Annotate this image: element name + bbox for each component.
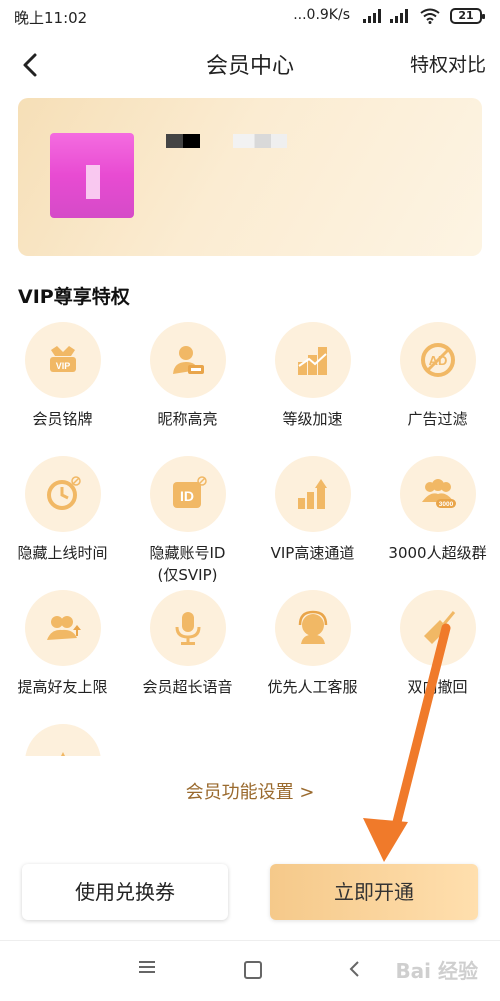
feature-item[interactable]: 3000 3000人超级群 — [375, 456, 500, 564]
friend-limit-icon — [46, 616, 81, 640]
nickname-highlight-icon — [172, 346, 204, 374]
status-bar: 晚上11:02 ...0.9K/s 21 — [0, 0, 500, 34]
feature-item[interactable]: 昵称高亮 — [125, 322, 250, 430]
member-info-mosaic — [233, 134, 287, 148]
watermark-logo: Bai 经验 — [395, 959, 478, 983]
feature-item-partial[interactable] — [0, 724, 125, 756]
signal-icon-2 — [390, 9, 408, 23]
hide-online-time-icon — [46, 476, 81, 510]
customer-service-icon — [298, 610, 327, 644]
home-icon[interactable] — [244, 961, 262, 979]
back-icon[interactable] — [346, 959, 364, 979]
level-boost-icon — [297, 347, 327, 375]
avatar[interactable] — [50, 133, 134, 218]
vip-badge-icon: VIP — [49, 346, 76, 372]
super-group-icon: 3000 — [421, 479, 456, 508]
feature-item[interactable]: 会员超长语音 — [125, 590, 250, 698]
feature-item[interactable]: 等级加速 — [250, 322, 375, 430]
system-nav-bar: Bai 经验 — [0, 940, 500, 1001]
feature-item[interactable]: 优先人工客服 — [250, 590, 375, 698]
partial-feature-icon — [60, 752, 65, 756]
feature-item[interactable]: 双向撤回 — [375, 590, 500, 698]
status-time: 晚上11:02 — [14, 9, 88, 27]
member-settings-link[interactable]: 会员功能设置 > — [0, 778, 500, 804]
back-arrow-icon[interactable] — [16, 50, 46, 80]
svg-text:3000: 3000 — [438, 501, 453, 508]
ad-filter-icon: AD — [420, 343, 455, 377]
section-title: VIP尊享特权 — [18, 286, 130, 308]
long-voice-icon — [175, 612, 200, 645]
feature-item[interactable]: 提高好友上限 — [0, 590, 125, 698]
privilege-compare-link[interactable]: 特权对比 — [410, 50, 486, 77]
svg-text:ID: ID — [180, 488, 194, 504]
feature-item[interactable]: VIP 会员铭牌 — [0, 322, 125, 430]
open-membership-button[interactable]: 立即开通 — [270, 864, 478, 920]
network-speed: ...0.9K/s — [293, 7, 350, 23]
use-coupon-button[interactable]: 使用兑换券 — [22, 864, 228, 920]
fast-channel-icon — [297, 479, 327, 509]
svg-text:VIP: VIP — [55, 361, 70, 371]
wifi-icon — [420, 8, 440, 24]
feature-item[interactable]: VIP高速通道 — [250, 456, 375, 564]
feature-item[interactable]: AD 广告过滤 — [375, 322, 500, 430]
nav-header: 会员中心 特权对比 — [0, 34, 500, 94]
username-mosaic — [166, 134, 200, 148]
feature-item[interactable]: ID 隐藏账号ID (仅SVIP) — [125, 456, 250, 586]
recall-icon — [423, 611, 455, 644]
member-card — [18, 98, 482, 256]
feature-item[interactable]: 隐藏上线时间 — [0, 456, 125, 564]
hide-id-icon: ID — [172, 476, 207, 508]
signal-icon — [363, 9, 381, 23]
battery-icon: 21 — [450, 8, 485, 24]
menu-icon[interactable] — [138, 959, 156, 975]
